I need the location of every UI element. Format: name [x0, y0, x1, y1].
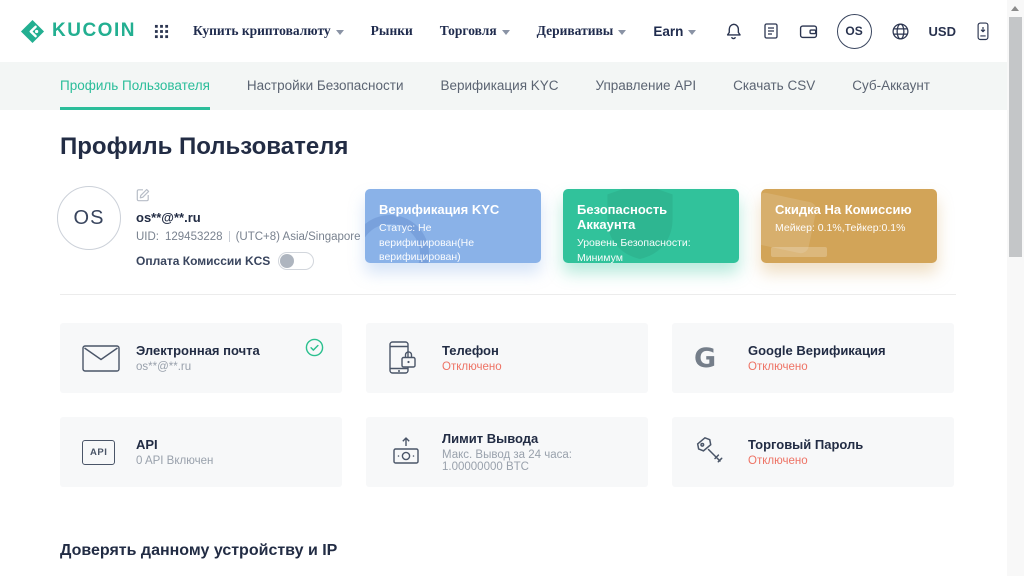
nav-earn[interactable]: Earn [653, 24, 696, 39]
withdrawal-money-icon [388, 436, 428, 469]
section-divider [60, 294, 956, 295]
timezone-value: (UTC+8) Asia/Singapore [236, 231, 361, 243]
nav-markets[interactable]: Рынки [371, 23, 413, 39]
google-g-icon: G [694, 345, 734, 372]
notifications-bell-icon[interactable] [724, 22, 743, 41]
chevron-down-icon [688, 30, 696, 35]
nav-buy-crypto[interactable]: Купить криптовалюту [193, 23, 344, 39]
uid-row: UID: 129453228 (UTC+8) Asia/Singapore [136, 230, 380, 243]
phone-tile[interactable]: Телефон Отключено [366, 323, 648, 393]
fee-discount-card: Скидка На Комиссию Мейкер: 0.1%,Тейкер:0… [761, 189, 937, 263]
kcs-fee-row: Оплата Комиссии KCS [136, 252, 380, 270]
uid-value: 129453228 [165, 231, 223, 243]
google-verification-tile[interactable]: G Google Верификация Отключено [672, 323, 954, 393]
chevron-down-icon [336, 30, 344, 35]
scrollbar-thumb[interactable] [1009, 17, 1022, 257]
trusted-device-heading: Доверять данному устройству и IP [60, 542, 337, 560]
api-box-icon: API [82, 440, 122, 465]
key-icon [694, 435, 734, 469]
chevron-down-icon [618, 30, 626, 35]
kcs-fee-label: Оплата Комиссии KCS [136, 254, 270, 268]
phone-lock-icon [388, 340, 428, 376]
profile-avatar: OS [57, 186, 121, 250]
email-tile[interactable]: Электронная почта os**@**.ru [60, 323, 342, 393]
wallet-icon[interactable] [799, 22, 818, 41]
edit-nickname-icon[interactable] [136, 188, 150, 202]
api-tile[interactable]: API API 0 API Включен [60, 417, 342, 487]
user-avatar[interactable]: OS [837, 14, 872, 49]
verified-check-icon [305, 338, 324, 357]
masked-email: os**@**.ru [136, 210, 380, 225]
main-nav: Купить криптовалюту Рынки Торговля Дерив… [193, 23, 696, 39]
currency-selector[interactable]: USD [929, 24, 956, 39]
tab-user-profile[interactable]: Профиль Пользователя [60, 62, 210, 110]
nav-derivatives[interactable]: Деривативы [537, 23, 627, 39]
tab-api-management[interactable]: Управление API [596, 62, 697, 110]
brand-text: KUCOIN [52, 20, 136, 42]
separator [229, 231, 230, 242]
vertical-scrollbar[interactable] [1007, 0, 1024, 576]
envelope-icon [82, 345, 122, 372]
account-tabs: Профиль Пользователя Настройки Безопасно… [0, 62, 1007, 110]
tab-kyc-verification[interactable]: Верификация KYC [441, 62, 559, 110]
scroll-up-arrow-icon[interactable] [1011, 6, 1019, 11]
chevron-down-icon [502, 30, 510, 35]
header-actions: OS USD [724, 14, 1007, 49]
nav-trade[interactable]: Торговля [440, 23, 510, 39]
download-app-icon[interactable] [975, 21, 991, 42]
account-security-card: Безопасность Аккаунта Уровень Безопаснос… [563, 189, 739, 263]
withdrawal-limit-tile[interactable]: Лимит Вывода Макс. Вывод за 24 часа: 1.0… [366, 417, 648, 487]
uid-label: UID: [136, 231, 159, 243]
top-navbar: KUCOIN Купить криптовалюту Рынки Торговл… [0, 0, 1007, 62]
language-globe-icon[interactable] [891, 22, 910, 41]
page-title: Профиль Пользователя [60, 133, 1007, 161]
kyc-verification-card: Верификация KYC Статус: Не верифицирован… [365, 189, 541, 263]
kucoin-logo[interactable]: KUCOIN [20, 19, 136, 44]
profile-summary: OS os**@**.ru UID: 129453228 (UTC+8) Asi… [57, 186, 380, 270]
trading-password-tile[interactable]: Торговый Пароль Отключено [672, 417, 954, 487]
security-tiles: Электронная почта os**@**.ru [60, 323, 954, 487]
summary-cards: Верификация KYC Статус: Не верифицирован… [365, 189, 937, 263]
tab-download-csv[interactable]: Скачать CSV [733, 62, 815, 110]
apps-grid-icon[interactable] [154, 24, 169, 39]
kucoin-logo-icon [20, 19, 45, 44]
orders-icon[interactable] [762, 22, 780, 40]
tab-security-settings[interactable]: Настройки Безопасности [247, 62, 404, 110]
tab-sub-account[interactable]: Суб-Аккаунт [852, 62, 930, 110]
main-content: Профиль Пользователя OS os**@**.ru UID: … [0, 110, 1007, 576]
kcs-fee-toggle[interactable] [278, 252, 314, 270]
